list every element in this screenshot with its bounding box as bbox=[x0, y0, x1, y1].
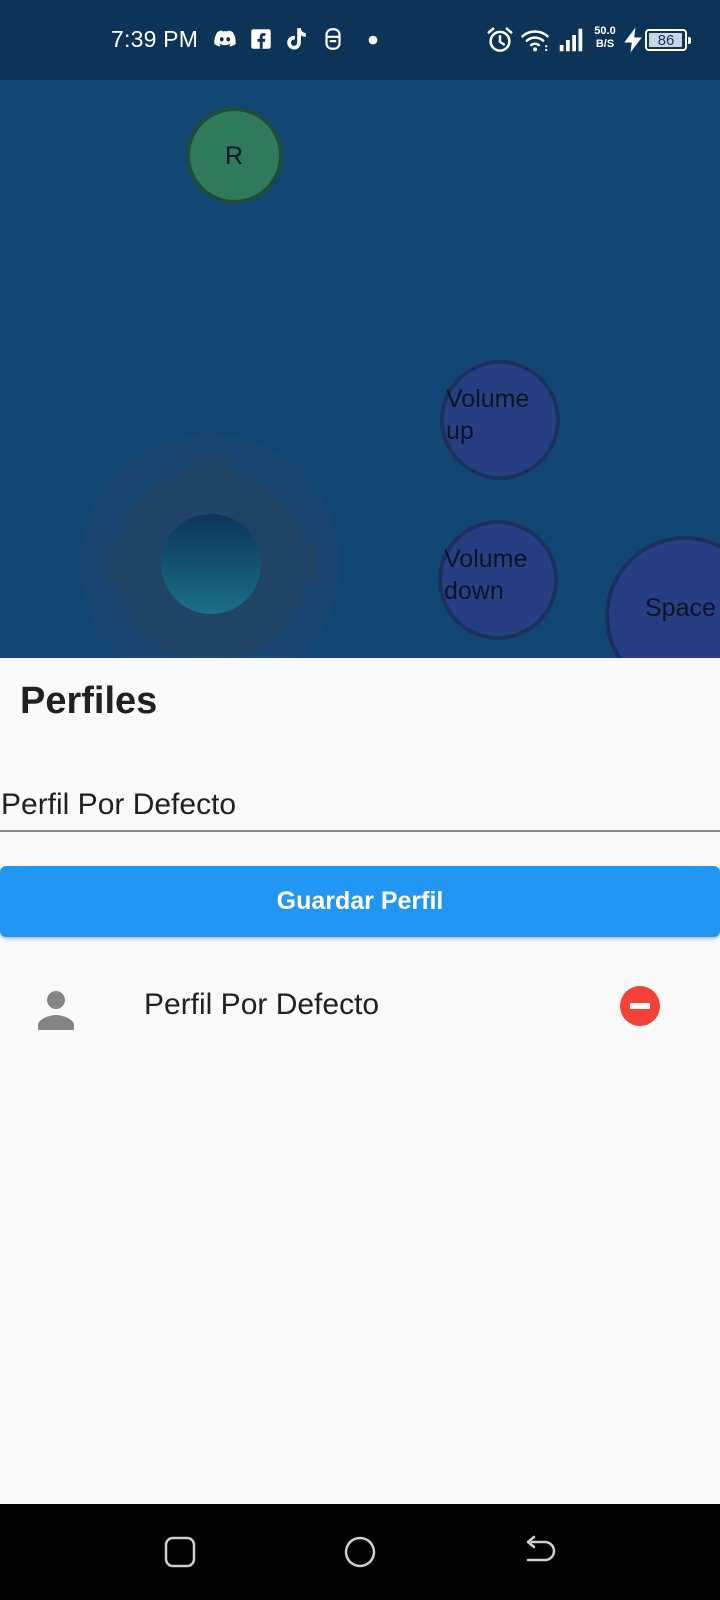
save-profile-button[interactable]: Guardar Perfil bbox=[0, 866, 720, 937]
volume-down-button[interactable]: Volume down bbox=[438, 520, 558, 640]
volume-up-button[interactable]: Volume up bbox=[440, 360, 560, 480]
r-button-label: R bbox=[225, 142, 244, 170]
facebook-icon bbox=[251, 29, 271, 49]
space-button[interactable]: Space bbox=[605, 536, 720, 658]
profile-list-item-label: Perfil Por Defecto bbox=[144, 988, 380, 1021]
wifi-icon bbox=[521, 30, 549, 52]
profile-name-input[interactable] bbox=[0, 780, 720, 832]
volume-up-label-line1: Volume bbox=[446, 385, 530, 413]
alarm-icon bbox=[487, 27, 513, 52]
remove-icon[interactable] bbox=[620, 986, 660, 1026]
profile-list-item[interactable]: Perfil Por Defecto bbox=[0, 958, 720, 1066]
volume-up-label-line2: up bbox=[446, 417, 474, 445]
net-speed: 50.0 B/S bbox=[590, 25, 620, 51]
battery-level: 86 bbox=[657, 32, 675, 49]
volume-down-label-line2: down bbox=[444, 577, 504, 605]
profiles-panel: Perfiles Guardar Perfil Perfil Por Defec… bbox=[0, 658, 720, 1504]
joystick-notch-right bbox=[300, 542, 316, 582]
joystick-notch-top bbox=[190, 458, 230, 474]
net-speed-unit: B/S bbox=[595, 38, 615, 50]
net-speed-value: 50.0 bbox=[594, 25, 616, 37]
vpn-icon bbox=[325, 28, 341, 50]
joystick-notch-left bbox=[104, 542, 120, 582]
navigation-bar bbox=[0, 1504, 720, 1600]
person-icon bbox=[38, 991, 74, 1030]
back-icon[interactable] bbox=[520, 1534, 560, 1570]
signal-icon bbox=[559, 28, 583, 52]
page-title: Perfiles bbox=[20, 680, 158, 722]
battery-indicator: 86 bbox=[645, 29, 691, 51]
tiktok-icon bbox=[287, 28, 306, 50]
recent-apps-icon[interactable] bbox=[160, 1534, 200, 1570]
discord-icon bbox=[214, 30, 236, 47]
dot-icon bbox=[368, 35, 378, 45]
home-icon[interactable] bbox=[340, 1534, 380, 1570]
volume-down-label-line1: Volume bbox=[444, 545, 528, 573]
charging-icon bbox=[624, 27, 642, 53]
controller-area: R Volume up Volume down Space bbox=[0, 80, 720, 658]
status-time: 7:39 PM bbox=[111, 26, 199, 52]
r-button[interactable]: R bbox=[186, 107, 283, 204]
space-button-label: Space bbox=[645, 594, 716, 622]
status-bar: 7:39 PM 50.0 B/S 86 bbox=[0, 0, 720, 80]
joystick-knob[interactable] bbox=[161, 514, 261, 614]
